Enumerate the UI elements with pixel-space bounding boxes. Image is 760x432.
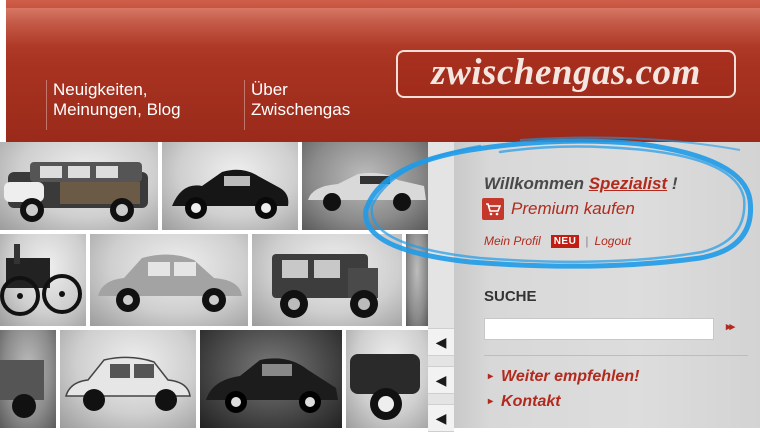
gallery-scroll-strip: ◀ ◀ ◀ — [428, 142, 454, 432]
welcome-message: Willkommen Spezialist ! — [484, 174, 678, 194]
arrow-left-icon: ◀ — [435, 409, 447, 426]
car-photo[interactable] — [252, 234, 402, 326]
search-input[interactable] — [484, 318, 714, 340]
car-photo[interactable] — [162, 142, 298, 230]
streamline-car-photo — [206, 358, 338, 413]
car-photo[interactable] — [60, 330, 196, 428]
car-photo[interactable] — [346, 330, 428, 428]
car-photo[interactable] — [0, 330, 56, 428]
scroll-left-button[interactable]: ◀ — [428, 328, 454, 356]
shopping-cart-icon[interactable] — [482, 198, 504, 220]
black-coupe-photo — [172, 169, 289, 219]
username-link[interactable]: Spezialist — [589, 174, 667, 193]
welcome-suffix: ! — [671, 174, 678, 193]
car-photo[interactable] — [200, 330, 342, 428]
contact-label[interactable]: Kontakt — [501, 393, 561, 410]
car-photo[interactable] — [0, 234, 86, 326]
link-separator: | — [585, 234, 589, 248]
vintage-sedan-photo — [272, 254, 378, 318]
classic-car-photo — [350, 354, 420, 420]
car-photo[interactable] — [406, 234, 428, 326]
arrow-left-icon: ◀ — [435, 333, 447, 350]
white-sedan-photo — [65, 356, 191, 411]
sidebar-divider — [484, 355, 748, 356]
car-photo[interactable] — [0, 142, 158, 230]
premium-buy-link[interactable]: Premium kaufen — [482, 198, 635, 220]
logo-text: zwischengas.com — [431, 51, 701, 93]
arrow-left-icon: ◀ — [435, 371, 447, 388]
site-logo[interactable]: zwischengas.com — [396, 50, 736, 98]
nav-news-label[interactable]: Neuigkeiten, Meinungen, Blog — [53, 80, 223, 120]
car-photo[interactable] — [90, 234, 248, 326]
contact-link[interactable]: ▸ Kontakt — [488, 393, 561, 411]
scroll-left-button[interactable]: ◀ — [428, 366, 454, 394]
recommend-link[interactable]: ▸ Weiter empfehlen! — [488, 368, 639, 386]
nav-item-about[interactable]: Über Zwischengas — [244, 80, 421, 130]
search-title: SUCHE — [484, 288, 537, 305]
woody-wagon-photo — [4, 162, 148, 222]
car-photo-grid — [0, 142, 428, 428]
bullet-arrow-icon: ▸ — [488, 396, 494, 407]
profile-link[interactable]: Mein Profil — [484, 234, 541, 248]
silver-coupe-photo — [308, 172, 426, 211]
header-shine — [6, 8, 760, 46]
welcome-prefix: Willkommen — [484, 174, 584, 193]
account-links: Mein Profil NEU | Logout — [484, 234, 631, 248]
logout-link[interactable]: Logout — [594, 234, 631, 248]
new-badge: NEU — [550, 234, 580, 248]
nav-item-news[interactable]: Neuigkeiten, Meinungen, Blog — [46, 80, 223, 130]
gray-sedan-photo — [98, 254, 242, 312]
bullet-arrow-icon: ▸ — [488, 371, 494, 382]
sidebar: Willkommen Spezialist ! Premium kaufen M… — [454, 142, 760, 428]
partial-car-photo — [0, 360, 44, 418]
search-submit-icon[interactable]: ▸▸ — [726, 320, 735, 333]
car-photo[interactable] — [302, 142, 428, 230]
premium-label[interactable]: Premium kaufen — [511, 199, 635, 219]
veteran-car-photo — [0, 244, 82, 316]
recommend-label[interactable]: Weiter empfehlen! — [501, 368, 639, 385]
site-header: Neuigkeiten, Meinungen, Blog Über Zwisch… — [6, 0, 760, 142]
